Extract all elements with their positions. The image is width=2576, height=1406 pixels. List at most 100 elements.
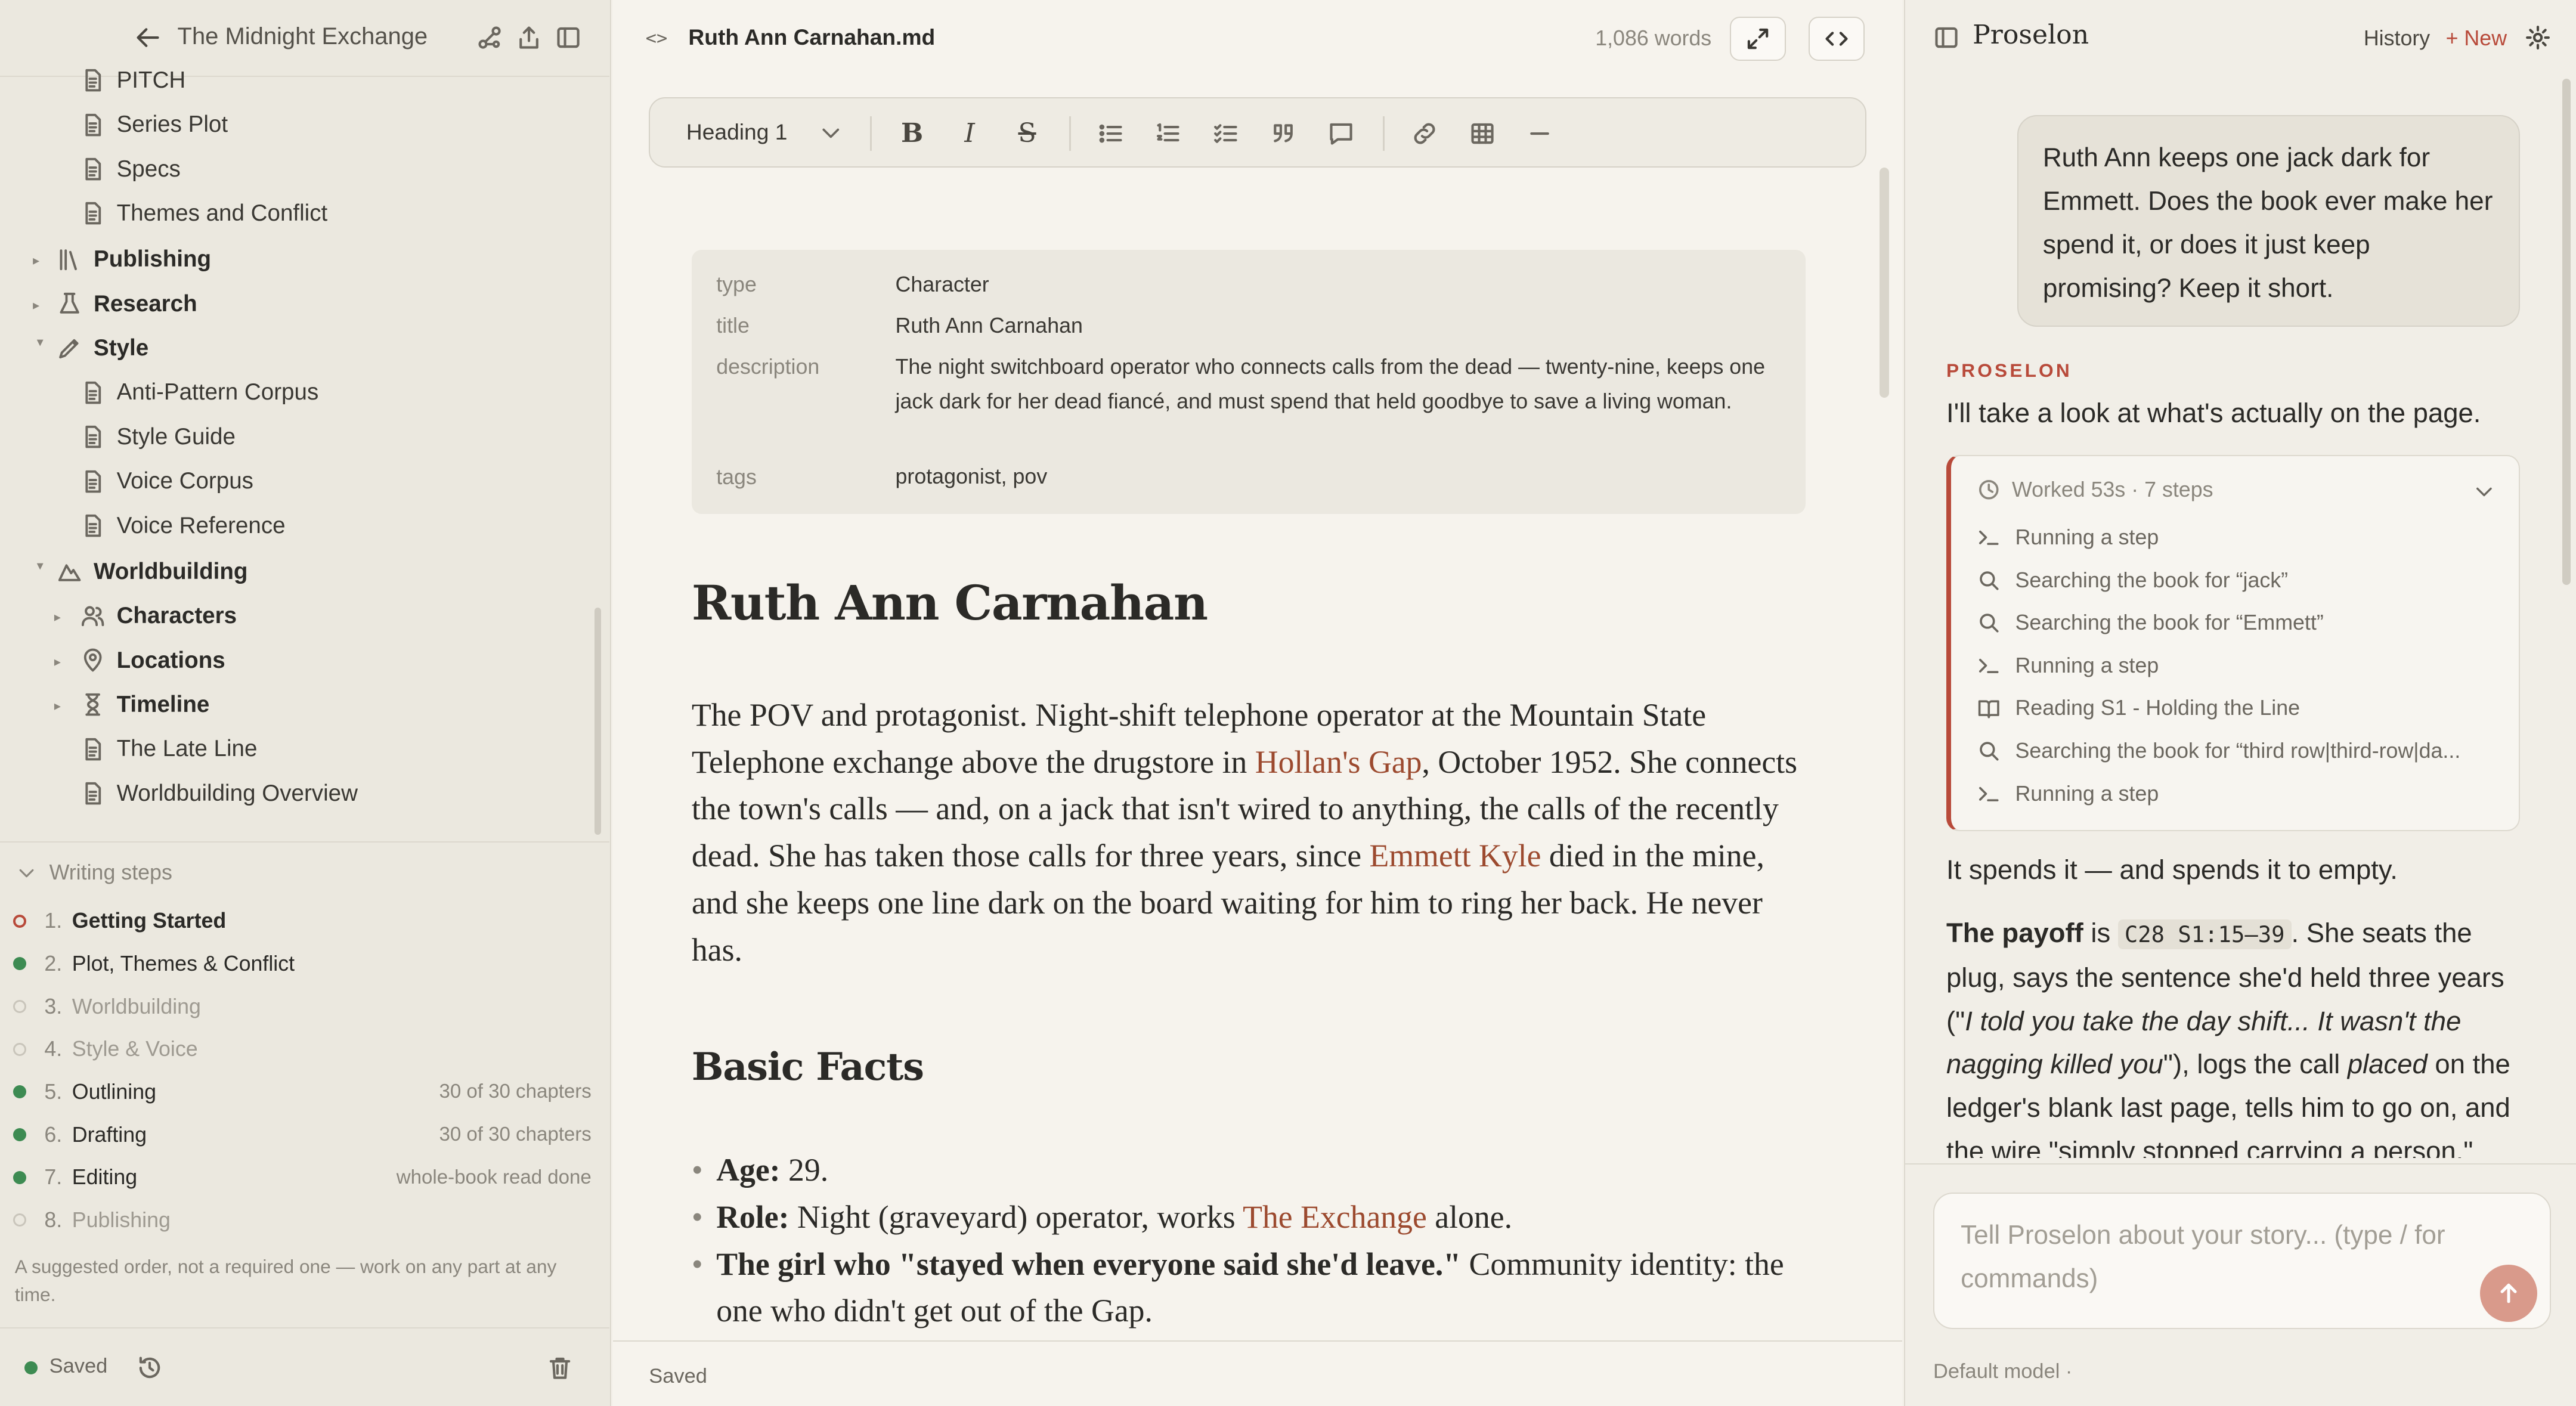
collapse-caret-icon[interactable]: ▸ [33, 340, 49, 346]
send-button[interactable] [2479, 1264, 2538, 1323]
file-series-plot[interactable]: Series Plot [80, 107, 228, 143]
file-the-late-line[interactable]: The Late Line [80, 731, 257, 767]
work-step: Running a step [1977, 654, 2159, 678]
writing-steps-toggle[interactable]: Writing steps [17, 860, 172, 885]
expand-caret-icon[interactable]: ▸ [54, 609, 61, 625]
folder-timeline[interactable]: Timeline [80, 687, 209, 723]
code-view-button[interactable] [1809, 16, 1865, 61]
file-label: Anti-Pattern Corpus [116, 379, 319, 405]
file-label: The Late Line [116, 736, 258, 762]
answer-text: is [2083, 918, 2118, 949]
work-steps-card[interactable]: Worked 53s · 7 steps Running a step Sear… [1946, 455, 2520, 832]
link-icon [1414, 123, 1435, 144]
new-chat-button[interactable]: + New [2446, 26, 2507, 51]
chevron-down-icon[interactable] [819, 121, 843, 144]
folder-characters[interactable]: Characters [80, 598, 237, 634]
step-progress: 30 of 30 chapters [439, 1123, 592, 1145]
link-the-exchange[interactable]: The Exchange [1243, 1199, 1427, 1235]
link-hollans-gap[interactable]: Hollan's Gap [1255, 744, 1422, 780]
folder-locations[interactable]: Locations [80, 642, 225, 679]
step-getting-started[interactable]: 1. Getting Started [13, 905, 592, 937]
folder-label: Characters [116, 603, 237, 629]
frontmatter-block[interactable]: type Character title Ruth Ann Carnahan d… [691, 249, 1806, 515]
link-emmett-kyle[interactable]: Emmett Kyle [1370, 838, 1541, 874]
export-icon[interactable] [516, 24, 542, 51]
terminal-icon [1979, 658, 1999, 673]
step-outlining[interactable]: 5. Outlining 30 of 30 chapters [13, 1076, 592, 1108]
folder-worldbuilding[interactable]: Worldbuilding [57, 553, 247, 590]
saved-status-dot [24, 1361, 38, 1375]
strikethrough-button[interactable]: S [1013, 118, 1041, 148]
expand-button[interactable] [1730, 16, 1786, 61]
work-step: Reading S1 - Holding the Line [1977, 696, 2300, 720]
editor-scrollbar[interactable] [1879, 168, 1890, 398]
expand-caret-icon[interactable]: ▸ [33, 253, 39, 268]
file-icon [85, 202, 101, 225]
assistant-scrollbar[interactable] [2562, 79, 2571, 585]
trash-icon[interactable] [547, 1355, 573, 1381]
search-icon [1980, 742, 1999, 761]
expand-caret-icon[interactable]: ▸ [54, 698, 61, 714]
panel-toggle-icon[interactable] [1933, 24, 1959, 51]
back-arrow-icon[interactable] [135, 24, 161, 51]
tree-scrollbar[interactable] [595, 608, 602, 835]
file-style-guide[interactable]: Style Guide [80, 419, 236, 456]
file-specs[interactable]: Specs [80, 151, 181, 187]
work-step-text: Reading S1 - Holding the Line [2015, 696, 2301, 720]
folder-label: Research [94, 290, 197, 317]
heading-select[interactable]: Heading 1 [686, 119, 788, 145]
bullet-list-button[interactable] [1097, 119, 1125, 147]
bullet-list-icon [1099, 124, 1122, 143]
file-worldbuilding-overview[interactable]: Worldbuilding Overview [80, 775, 358, 812]
model-selector[interactable]: Default model · [1933, 1360, 2072, 1383]
folder-style[interactable]: Style [57, 330, 148, 367]
step-label: Plot, Themes & Conflict [72, 951, 295, 975]
step-label: Getting Started [72, 909, 227, 933]
file-pitch[interactable]: PITCH [80, 66, 185, 98]
folder-label: Worldbuilding [94, 558, 248, 584]
bold-button[interactable]: B [898, 118, 926, 149]
file-themes-and-conflict[interactable]: Themes and Conflict [80, 196, 327, 232]
fm-key-type: type [716, 272, 757, 297]
step-label: Editing [72, 1165, 138, 1190]
quote-button[interactable] [1270, 119, 1298, 147]
collapse-caret-icon[interactable]: ▸ [33, 563, 49, 569]
comment-button[interactable] [1327, 119, 1355, 147]
search-icon [1980, 571, 1999, 590]
chevron-down-icon[interactable] [2473, 481, 2495, 502]
step-editing[interactable]: 7. Editing whole-book read done [13, 1161, 592, 1194]
italic-button[interactable]: I [956, 118, 984, 148]
chat-composer[interactable]: Tell Proselon about your story... (type … [1933, 1193, 2551, 1329]
table-button[interactable] [1468, 119, 1496, 147]
step-drafting[interactable]: 6. Drafting 30 of 30 chapters [13, 1118, 592, 1151]
step-status-dot [13, 957, 27, 971]
numbered-list-button[interactable] [1154, 119, 1182, 147]
source-toggle-icon[interactable]: <> [646, 28, 667, 49]
file-anti-pattern-corpus[interactable]: Anti-Pattern Corpus [80, 374, 318, 411]
toolbar-divider [870, 116, 872, 151]
expand-caret-icon[interactable]: ▸ [54, 654, 61, 670]
gear-icon[interactable] [2525, 24, 2551, 51]
folder-publishing[interactable]: Publishing [57, 241, 211, 278]
file-voice-corpus[interactable]: Voice Corpus [80, 463, 253, 500]
checklist-button[interactable] [1212, 119, 1240, 147]
step-style-voice[interactable]: 4. Style & Voice [13, 1033, 592, 1066]
graph-icon[interactable] [476, 24, 503, 51]
folder-label: Timeline [116, 691, 210, 717]
link-button[interactable] [1411, 119, 1439, 147]
step-number: 1. [44, 909, 63, 933]
history-button[interactable]: History [2364, 26, 2430, 51]
step-publishing[interactable]: 8. Publishing [13, 1204, 592, 1237]
bold-icon: B [901, 118, 924, 149]
expand-caret-icon[interactable]: ▸ [33, 298, 39, 313]
work-step: Searching the book for “Emmett” [1977, 611, 2324, 635]
history-icon[interactable] [137, 1355, 163, 1381]
fm-key-tags: tags [716, 464, 757, 489]
step-plot-themes-conflict[interactable]: 2. Plot, Themes & Conflict [13, 947, 592, 980]
step-progress: whole-book read done [396, 1166, 592, 1188]
step-worldbuilding[interactable]: 3. Worldbuilding [13, 990, 592, 1023]
folder-research[interactable]: Research [57, 286, 197, 322]
file-voice-reference[interactable]: Voice Reference [80, 507, 286, 544]
horizontal-rule-button[interactable] [1526, 119, 1554, 147]
sidebar-toggle-icon[interactable] [555, 24, 581, 51]
